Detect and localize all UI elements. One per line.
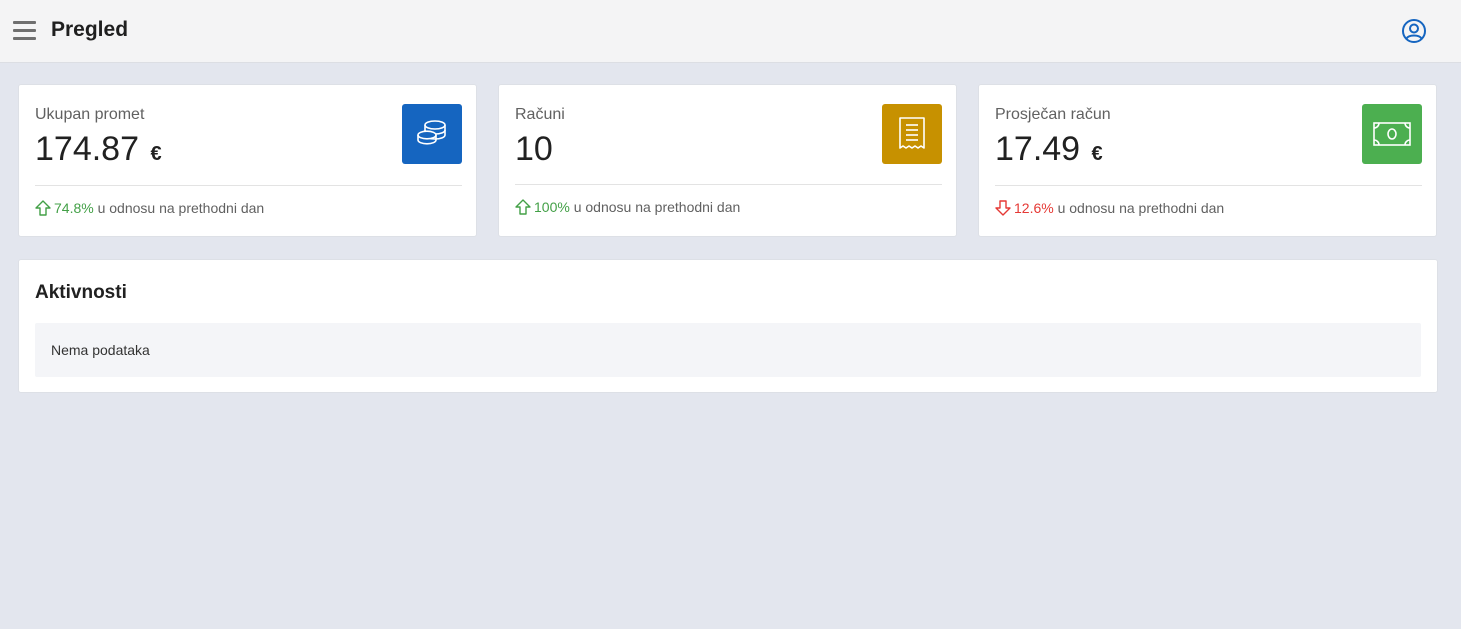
change-percent: 74.8% bbox=[54, 200, 94, 216]
arrow-up-icon bbox=[515, 199, 531, 215]
stat-card-average-receipt: Prosječan račun 17.49 € 12.6% u odnosu n… bbox=[978, 84, 1437, 237]
banknote-icon bbox=[1362, 104, 1422, 164]
hamburger-menu-icon[interactable] bbox=[13, 20, 36, 41]
divider bbox=[35, 185, 462, 186]
stat-value: 17.49 € bbox=[995, 130, 1103, 168]
stat-change: 100% u odnosu na prethodni dan bbox=[515, 199, 740, 215]
currency-unit: € bbox=[150, 143, 162, 165]
stat-label: Ukupan promet bbox=[35, 106, 145, 123]
activity-panel: Aktivnosti Nema podataka bbox=[18, 259, 1438, 393]
arrow-up-icon bbox=[35, 200, 51, 216]
app-header: Pregled bbox=[0, 0, 1461, 63]
stat-change: 12.6% u odnosu na prethodni dan bbox=[995, 200, 1224, 216]
stat-card-receipts: Računi 10 100% u odnosu na prethodni dan bbox=[498, 84, 957, 237]
change-text: u odnosu na prethodni dan bbox=[1053, 200, 1225, 216]
change-text: u odnosu na prethodni dan bbox=[93, 200, 265, 216]
page-title: Pregled bbox=[51, 18, 129, 41]
change-percent: 12.6% bbox=[1014, 200, 1054, 216]
stat-change: 74.8% u odnosu na prethodni dan bbox=[35, 200, 264, 216]
stat-label: Prosječan račun bbox=[995, 106, 1111, 123]
currency-unit: € bbox=[1091, 143, 1103, 165]
arrow-down-icon bbox=[995, 200, 1011, 216]
empty-state-text: Nema podataka bbox=[51, 342, 150, 358]
change-percent: 100% bbox=[534, 199, 570, 215]
divider bbox=[995, 185, 1422, 186]
stat-label: Računi bbox=[515, 106, 565, 123]
divider bbox=[515, 184, 942, 185]
stat-value: 10 bbox=[515, 130, 553, 168]
section-title: Aktivnosti bbox=[35, 282, 127, 303]
stat-card-total-revenue: Ukupan promet 174.87 € 74.8% u odnosu na… bbox=[18, 84, 477, 237]
stat-value: 174.87 € bbox=[35, 130, 162, 168]
empty-state: Nema podataka bbox=[35, 323, 1421, 377]
receipt-icon bbox=[882, 104, 942, 164]
coins-stack-icon bbox=[402, 104, 462, 164]
user-account-icon[interactable] bbox=[1401, 18, 1427, 44]
change-text: u odnosu na prethodni dan bbox=[569, 199, 741, 215]
